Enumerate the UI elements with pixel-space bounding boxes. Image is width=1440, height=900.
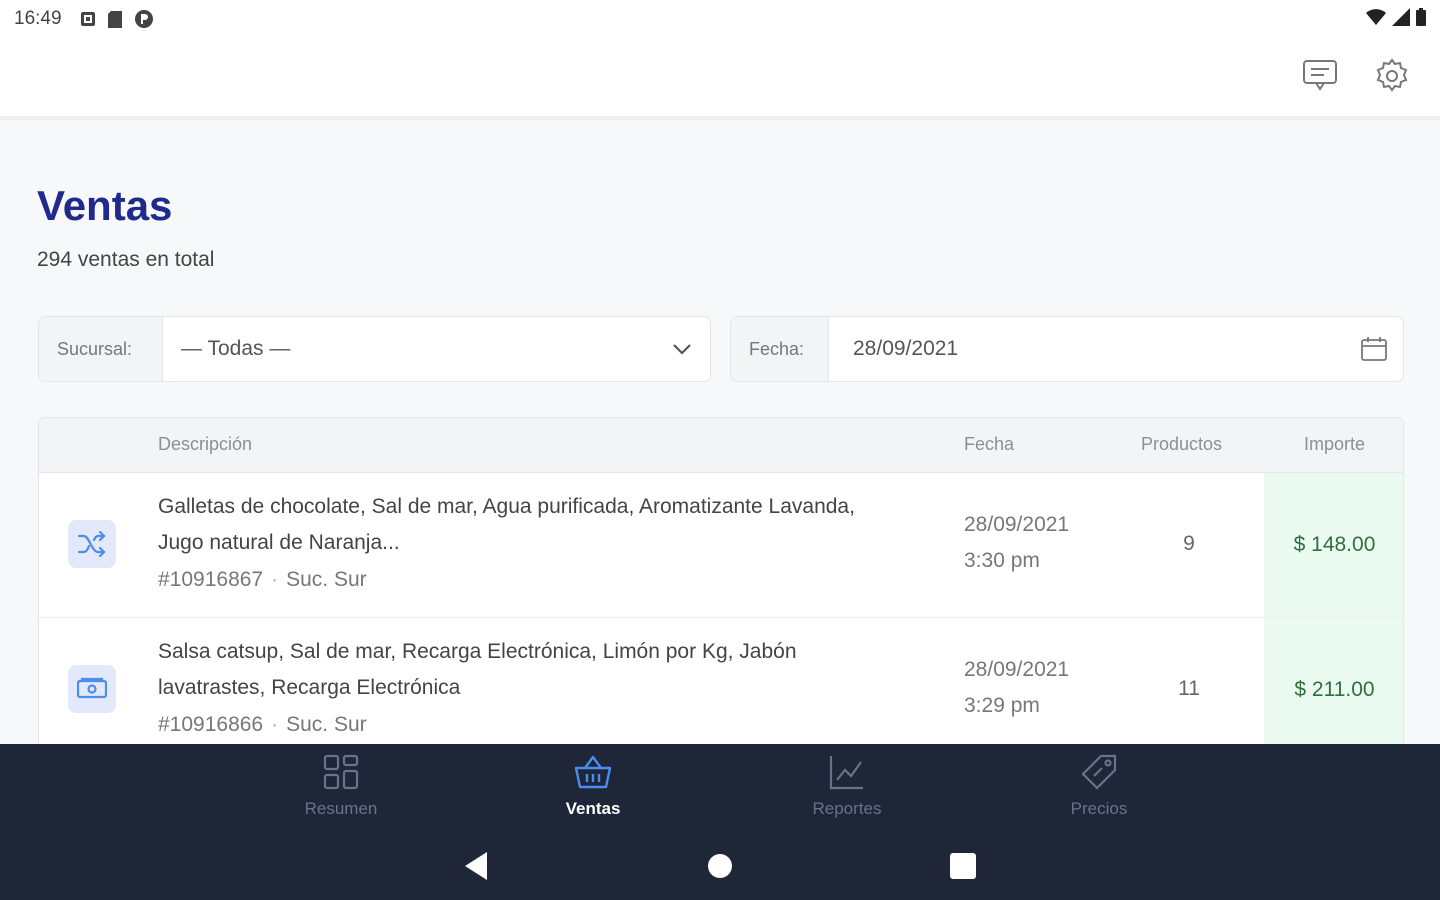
settings-button[interactable] — [1372, 57, 1412, 99]
row-date: 28/09/2021 3:30 pm — [964, 507, 1069, 579]
nav-item-precios[interactable]: Precios — [1029, 754, 1169, 819]
recents-icon — [950, 852, 976, 884]
table-header: Descripción Fecha Productos Importe — [39, 418, 1403, 473]
row-branch: Suc. Sur — [286, 568, 367, 591]
row-amount: $ 148.00 — [1264, 473, 1403, 617]
main-content: Ventas 294 ventas en total Sucursal: — T… — [0, 124, 1440, 744]
nav-label-resumen: Resumen — [304, 799, 378, 818]
row-date-day: 28/09/2021 — [964, 513, 1070, 536]
status-bar: 16:49 — [0, 0, 1440, 38]
settings-icon — [1374, 57, 1410, 99]
row-date-time: 3:30 pm — [964, 549, 1040, 572]
row-branch: Suc. Sur — [286, 713, 367, 736]
row-date-day: 28/09/2021 — [964, 658, 1070, 681]
system-nav-bar — [0, 836, 1440, 900]
page-subtitle: 294 ventas en total — [37, 248, 215, 271]
status-time: 16:49 — [14, 8, 62, 29]
branch-filter[interactable]: Sucursal: — Todas — — [38, 316, 711, 382]
sd-card-icon — [107, 10, 122, 28]
nav-label-reportes: Reportes — [812, 799, 882, 818]
nav-item-resumen[interactable]: Resumen — [271, 754, 411, 819]
nav-item-ventas[interactable]: Ventas — [523, 754, 663, 819]
row-products: 9 — [1183, 532, 1195, 555]
table-row[interactable]: Galletas de chocolate, Sal de mar, Agua … — [39, 473, 1403, 618]
row-date: 28/09/2021 3:29 pm — [964, 652, 1069, 724]
date-filter-label: Fecha: — [731, 317, 829, 381]
bottom-nav: Resumen Ventas Reportes Precios — [0, 744, 1440, 836]
header-amount[interactable]: Importe — [1304, 434, 1365, 455]
back-button[interactable] — [458, 850, 494, 886]
header-date[interactable]: Fecha — [964, 434, 1014, 455]
notification-icon — [80, 11, 96, 27]
row-id: #10916866 — [158, 713, 264, 736]
back-icon — [463, 851, 489, 885]
row-date-time: 3:29 pm — [964, 694, 1040, 717]
message-button[interactable] — [1300, 58, 1340, 98]
battery-icon — [1416, 7, 1426, 31]
home-button[interactable] — [702, 850, 738, 886]
branch-filter-label: Sucursal: — [39, 317, 163, 381]
row-products: 11 — [1178, 677, 1200, 700]
cash-icon — [68, 665, 116, 713]
branch-select[interactable]: — Todas — — [163, 317, 710, 381]
home-icon — [707, 853, 733, 884]
nav-label-precios: Precios — [1070, 799, 1128, 818]
chevron-down-icon — [672, 343, 692, 355]
date-input-value: 28/09/2021 — [853, 337, 959, 360]
row-id: #10916867 — [158, 568, 264, 591]
calendar-icon[interactable] — [1361, 337, 1387, 361]
row-meta: #10916866 · Suc. Sur — [158, 713, 367, 736]
nav-item-reportes[interactable]: Reportes — [777, 754, 917, 819]
app-bar — [0, 38, 1440, 120]
basket-icon — [574, 754, 612, 795]
signal-icon — [1392, 7, 1410, 31]
table-row[interactable]: Salsa catsup, Sal de mar, Recarga Electr… — [39, 618, 1403, 744]
date-filter[interactable]: Fecha: 28/09/2021 — [730, 316, 1404, 382]
row-description: Salsa catsup, Sal de mar, Recarga Electr… — [158, 640, 797, 699]
chart-icon — [829, 754, 865, 795]
grid-icon — [323, 754, 359, 795]
branch-select-value: — Todas — — [181, 337, 291, 360]
header-products[interactable]: Productos — [1141, 434, 1222, 455]
message-icon — [1302, 59, 1338, 98]
header-description[interactable]: Descripción — [158, 434, 252, 455]
shuffle-icon — [68, 520, 116, 568]
date-input[interactable]: 28/09/2021 — [829, 317, 1403, 381]
row-description: Galletas de chocolate, Sal de mar, Agua … — [158, 495, 855, 554]
page-title: Ventas — [37, 182, 173, 229]
row-amount: $ 211.00 — [1264, 618, 1403, 744]
recents-button[interactable] — [945, 850, 981, 886]
app-notification-icon — [134, 9, 154, 29]
row-meta: #10916867 · Suc. Sur — [158, 568, 367, 591]
sales-table: Descripción Fecha Productos Importe Gall… — [38, 417, 1404, 744]
tag-icon — [1081, 754, 1117, 795]
wifi-icon — [1366, 8, 1386, 31]
nav-label-ventas: Ventas — [565, 799, 621, 818]
